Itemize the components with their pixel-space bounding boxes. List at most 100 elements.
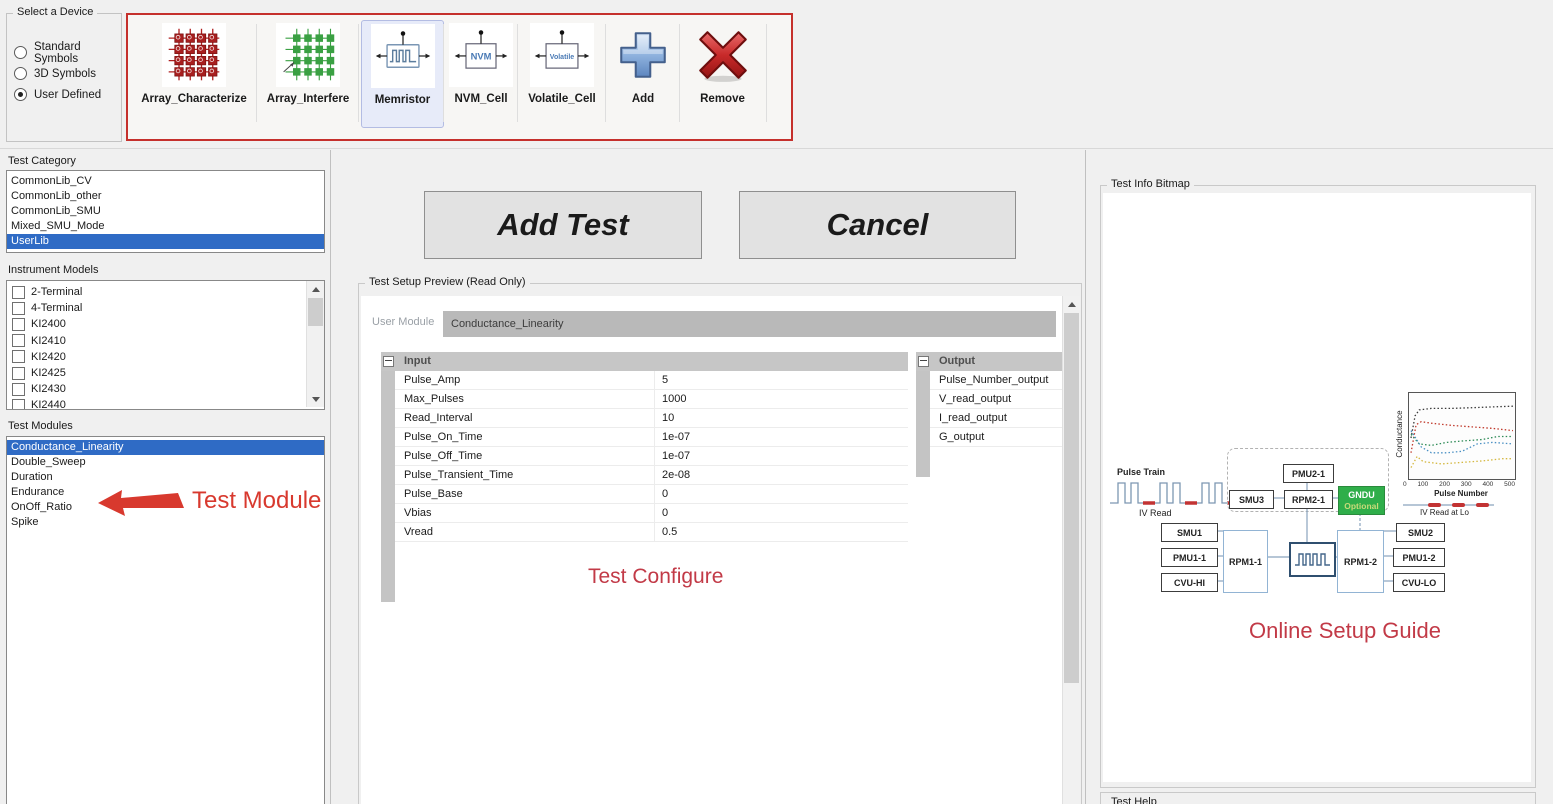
list-item[interactable]: Mixed_SMU_Mode	[7, 219, 324, 234]
user-module-field: Conductance_Linearity	[443, 311, 1056, 337]
checkbox-row[interactable]: KI2400	[7, 316, 305, 332]
toolbar-separator	[517, 24, 518, 122]
radio-icon[interactable]	[14, 67, 27, 80]
toolbar-separator	[679, 24, 680, 122]
checkbox-row[interactable]: KI2440	[7, 397, 305, 410]
chart-tick-label: 100	[1417, 481, 1428, 488]
checkbox-icon[interactable]	[12, 367, 25, 380]
toolbar-separator	[358, 24, 359, 122]
curve-black	[1411, 406, 1513, 438]
checkbox-row[interactable]: 2-Terminal	[7, 284, 305, 300]
scroll-up-button[interactable]	[307, 281, 324, 297]
memristor-symbol-icon	[371, 24, 435, 88]
radio-standard-symbols[interactable]: Standard Symbols	[7, 42, 121, 63]
radio-icon-checked[interactable]	[14, 88, 27, 101]
red-crossbar-array-icon	[162, 23, 226, 87]
gndu-optional-label: Optional	[1344, 501, 1378, 512]
user-module-label: User Module	[372, 316, 434, 328]
add-test-button[interactable]: Add Test	[424, 191, 702, 259]
toolbar-button-array-interfere[interactable]: Array_Interfere	[259, 20, 357, 126]
toolbar-button-label: Remove	[682, 93, 763, 105]
scrollbar-thumb[interactable]	[308, 298, 323, 326]
toolbar-separator	[443, 24, 444, 122]
list-item-selected[interactable]: Conductance_Linearity	[7, 440, 324, 455]
list-item[interactable]: Duration	[7, 470, 324, 485]
chart-tick-label: 500	[1504, 481, 1515, 488]
toolbar-button-remove[interactable]: Remove	[682, 20, 763, 126]
diagram-box-smu1: SMU1	[1161, 523, 1218, 542]
toolbar-button-array-characterize[interactable]: Array_Characterize	[134, 20, 254, 126]
diagram-box-pmu1-1: PMU1-1	[1161, 548, 1218, 567]
toolbar-button-label: Add	[608, 93, 678, 105]
toolbar-button-label: Volatile_Cell	[520, 93, 604, 105]
radio-icon[interactable]	[14, 46, 27, 59]
instrument-models-scrollbar[interactable]	[306, 281, 324, 407]
param-name: Vread	[395, 523, 655, 542]
input-row: Max_Pulses1000	[381, 390, 908, 409]
scroll-up-button[interactable]	[1063, 296, 1080, 312]
checkbox-icon[interactable]	[12, 302, 25, 315]
cancel-button[interactable]: Cancel	[739, 191, 1016, 259]
toolbar-button-volatile-cell[interactable]: Volatile Volatile_Cell	[520, 20, 604, 126]
list-item[interactable]: CommonLib_SMU	[7, 204, 324, 219]
radio-label: User Defined	[34, 89, 101, 101]
checkbox-label: KI2440	[31, 399, 66, 410]
checkbox-row[interactable]: KI2410	[7, 333, 305, 349]
input-row: Pulse_Base0	[381, 485, 908, 504]
checkbox-icon[interactable]	[12, 318, 25, 331]
output-name: Pulse_Number_output	[930, 371, 1062, 390]
application-window: Select a Device Standard Symbols 3D Symb…	[0, 0, 1553, 804]
toolbar-button-label: Array_Interfere	[259, 93, 357, 105]
collapse-icon[interactable]	[383, 356, 394, 367]
param-value: 1e-07	[655, 428, 908, 447]
list-item-selected[interactable]: UserLib	[7, 234, 324, 249]
svg-text:Volatile: Volatile	[550, 54, 575, 61]
collapse-icon[interactable]	[918, 356, 929, 367]
instrument-models-title: Instrument Models	[8, 264, 98, 276]
diagram-box-smu2: SMU2	[1396, 523, 1445, 542]
checkbox-row[interactable]: 4-Terminal	[7, 300, 305, 316]
toolbar-button-memristor[interactable]: Memristor	[361, 20, 444, 128]
checkbox-row[interactable]: KI2420	[7, 349, 305, 365]
select-device-groupbox: Select a Device Standard Symbols 3D Symb…	[6, 13, 122, 142]
toolbar-button-add[interactable]: Add	[608, 20, 678, 126]
right-panel-splitter[interactable]	[1085, 150, 1086, 804]
volatile-cell-symbol-icon: Volatile	[530, 23, 594, 87]
checkbox-row[interactable]: KI2425	[7, 365, 305, 381]
checkbox-icon[interactable]	[12, 399, 25, 410]
test-info-bitmap-title: Test Info Bitmap	[1107, 178, 1194, 190]
svg-text:NVM: NVM	[471, 52, 492, 62]
param-name: Pulse_On_Time	[395, 428, 655, 447]
input-row: Pulse_Transient_Time2e-08	[381, 466, 908, 485]
list-item[interactable]: CommonLib_CV	[7, 174, 324, 189]
diagram-box-pmu1-2: PMU1-2	[1393, 548, 1445, 567]
checkbox-icon[interactable]	[12, 286, 25, 299]
diagram-box-gndu: GNDU Optional	[1338, 486, 1385, 515]
checkbox-icon[interactable]	[12, 383, 25, 396]
checkbox-icon[interactable]	[12, 350, 25, 363]
radio-user-defined[interactable]: User Defined	[7, 84, 121, 105]
radio-3d-symbols[interactable]: 3D Symbols	[7, 63, 121, 84]
param-value: 2e-08	[655, 466, 908, 485]
curve-blue	[1411, 431, 1513, 453]
toolbar-button-nvm-cell[interactable]: NVM NVM_Cell	[446, 20, 516, 126]
diagram-box-rpm1-2: RPM1-2	[1337, 530, 1384, 593]
input-row: Pulse_On_Time1e-07	[381, 428, 908, 447]
param-value: 1000	[655, 390, 908, 409]
checkbox-icon[interactable]	[12, 334, 25, 347]
add-test-button-label: Add Test	[497, 207, 628, 243]
scrollbar-thumb[interactable]	[1064, 313, 1079, 683]
iv-read-lo-label: IV Read at Lo	[1420, 508, 1469, 517]
chart-tick-label: 300	[1461, 481, 1472, 488]
checkbox-row[interactable]: KI2430	[7, 381, 305, 397]
preview-scrollbar[interactable]	[1062, 296, 1080, 804]
test-help-title: Test Help	[1108, 796, 1160, 804]
left-panel-splitter[interactable]	[330, 150, 331, 804]
list-item[interactable]: Double_Sweep	[7, 455, 324, 470]
chart-tick-label: 200	[1439, 481, 1450, 488]
scroll-down-button[interactable]	[307, 391, 324, 407]
chart-tick-label: 400	[1482, 481, 1493, 488]
output-name: V_read_output	[930, 390, 1062, 409]
list-item[interactable]: CommonLib_other	[7, 189, 324, 204]
test-category-title: Test Category	[8, 155, 76, 167]
